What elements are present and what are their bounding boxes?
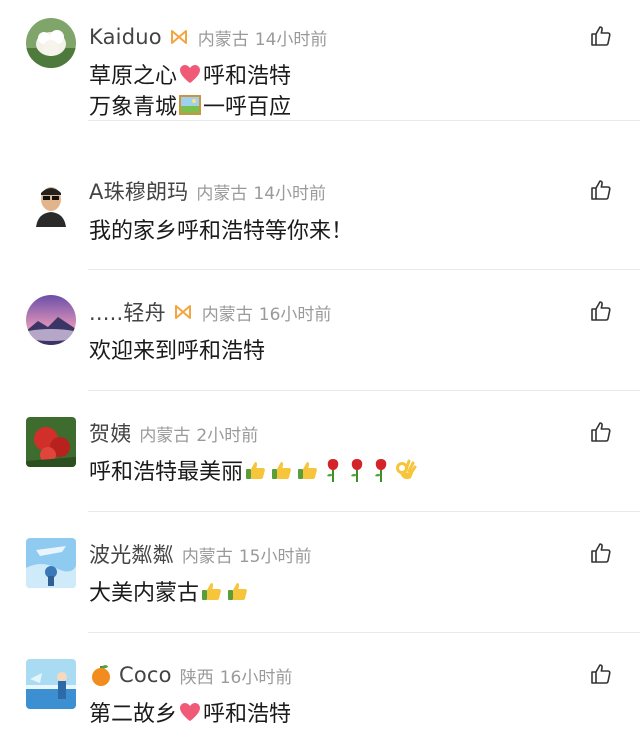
location-label: 内蒙古: [181, 546, 233, 567]
comment-text: 呼和浩特最美丽: [89, 454, 419, 486]
timestamp: 15小时前: [238, 546, 312, 567]
username[interactable]: 波光粼粼: [89, 539, 174, 569]
username[interactable]: .....轻舟: [89, 297, 166, 327]
thumbs-up-emoji-icon: [228, 583, 247, 600]
comment-item: Kaiduo 内蒙古 14小时前 草原之心 呼和浩特 万象青城 一呼百应: [0, 0, 640, 121]
avatar[interactable]: [26, 18, 76, 68]
timestamp: 14小时前: [254, 29, 328, 50]
comment-text-part: 大美内蒙古: [89, 581, 200, 606]
timestamp: 16小时前: [219, 667, 293, 688]
comment-text-part: 欢迎来到呼和浩特: [89, 339, 266, 364]
thumbs-up-outline-icon[interactable]: [589, 541, 613, 565]
rose-icon: [351, 459, 363, 482]
thumbs-up-emoji-icon: [298, 462, 317, 479]
username[interactable]: 贺姨: [89, 418, 131, 448]
comment-header: Kaiduo 内蒙古 14小时前: [89, 22, 327, 52]
rose-icon: [327, 459, 339, 482]
comment-text-part: 我的家乡呼和浩特等你来！: [89, 219, 354, 244]
comment-text: 草原之心 呼和浩特: [89, 58, 291, 90]
thumbs-up-outline-icon[interactable]: [589, 24, 613, 48]
avatar[interactable]: [26, 295, 76, 345]
comment-text: 万象青城 一呼百应: [89, 89, 291, 121]
location-label: 内蒙古: [196, 183, 248, 204]
comment-header: .....轻舟 内蒙古 16小时前: [89, 297, 331, 327]
thumbs-up-emoji-icon: [202, 583, 221, 600]
comment-header: 贺姨 内蒙古 2小时前: [89, 418, 258, 448]
comment-text: 大美内蒙古: [89, 575, 251, 607]
comment-text: 欢迎来到呼和浩特: [89, 333, 265, 365]
infinity-badge-icon: [174, 305, 191, 319]
avatar[interactable]: [26, 417, 76, 467]
tangerine-icon: [92, 665, 110, 686]
thumbs-up-outline-icon[interactable]: [589, 662, 613, 686]
framed-picture-icon: [179, 95, 202, 115]
avatar[interactable]: [26, 659, 76, 709]
comment-header: Coco 陕西 16小时前: [89, 660, 292, 690]
comment-text-part: 呼和浩特: [203, 702, 292, 727]
thumbs-up-emoji-icon: [246, 462, 265, 479]
comment-text-part: 草原之心: [89, 64, 178, 89]
comment-header: A珠穆朗玛 内蒙古 14小时前: [89, 176, 326, 206]
comment-text: 我的家乡呼和浩特等你来！: [89, 213, 353, 245]
thumbs-up-emoji-icon: [272, 462, 291, 479]
username[interactable]: Kaiduo: [89, 25, 162, 49]
ok-hand-icon: [396, 459, 417, 480]
rose-icon: [375, 459, 387, 482]
thumbs-up-outline-icon[interactable]: [589, 420, 613, 444]
comment-text-part: 呼和浩特: [203, 64, 292, 89]
comment-text-part: 第二故乡: [89, 702, 178, 727]
thumbs-up-outline-icon[interactable]: [589, 178, 613, 202]
timestamp: 16小时前: [258, 304, 332, 325]
comment-item: 波光粼粼 内蒙古 15小时前 大美内蒙古: [0, 512, 640, 633]
comment-text-part: 一呼百应: [203, 95, 292, 120]
timestamp: 14小时前: [253, 183, 327, 204]
heart-icon: [180, 65, 201, 83]
avatar[interactable]: [26, 177, 76, 227]
location-label: 内蒙古: [201, 304, 253, 325]
comment-item: Coco 陕西 16小时前 第二故乡 呼和浩特: [0, 633, 640, 743]
comment-item: A珠穆朗玛 内蒙古 14小时前 我的家乡呼和浩特等你来！: [0, 149, 640, 270]
avatar[interactable]: [26, 538, 76, 588]
username[interactable]: A珠穆朗玛: [89, 176, 188, 206]
location-label: 陕西: [179, 667, 214, 688]
location-label: 内蒙古: [197, 29, 249, 50]
thumbs-up-outline-icon[interactable]: [589, 299, 613, 323]
location-label: 内蒙古: [139, 425, 191, 446]
divider: [88, 120, 640, 121]
username[interactable]: Coco: [119, 663, 172, 687]
comment-header: 波光粼粼 内蒙古 15小时前: [89, 539, 311, 569]
comment-item: .....轻舟 内蒙古 16小时前 欢迎来到呼和浩特: [0, 270, 640, 391]
comment-text: 第二故乡 呼和浩特: [89, 696, 291, 728]
comment-list: Kaiduo 内蒙古 14小时前 草原之心 呼和浩特 万象青城 一呼百应 A珠穆…: [0, 0, 640, 743]
timestamp: 2小时前: [196, 425, 259, 446]
infinity-badge-icon: [170, 30, 187, 44]
heart-icon: [180, 703, 201, 721]
comment-text-part: 呼和浩特最美丽: [89, 460, 244, 485]
comment-item: 贺姨 内蒙古 2小时前 呼和浩特最美丽: [0, 391, 640, 512]
comment-text-part: 万象青城: [89, 95, 178, 120]
